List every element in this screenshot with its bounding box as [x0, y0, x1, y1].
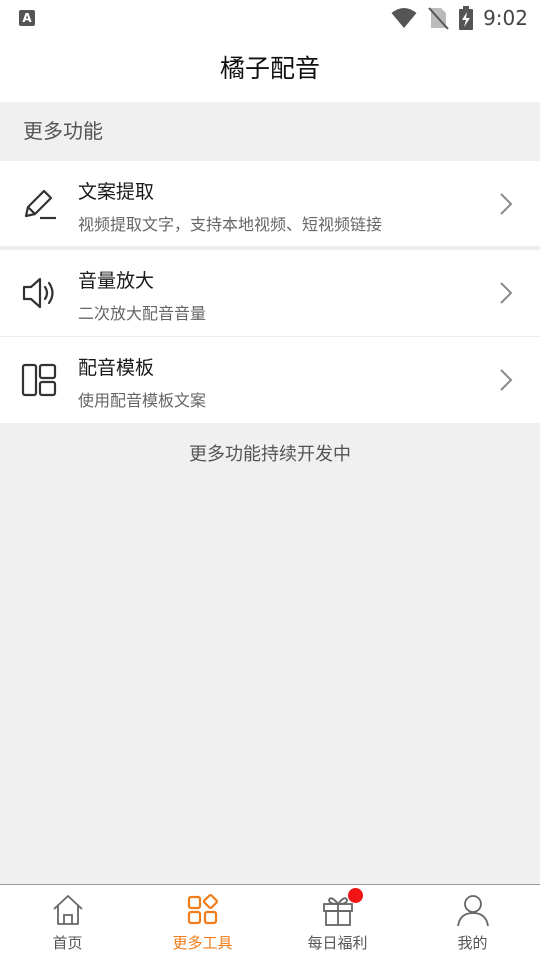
notification-badge: [348, 888, 363, 903]
template-icon: [21, 363, 57, 397]
speaker-icon: [22, 277, 54, 309]
battery-charging-icon: [459, 6, 474, 30]
home-icon: [52, 895, 83, 925]
more-features-note: 更多功能持续开发中: [189, 444, 351, 465]
app-header: 橘子配音: [0, 36, 540, 102]
tab-label: 更多工具: [172, 934, 233, 952]
feature-item-volume-boost[interactable]: 音量放大 二次放大配音音量: [0, 250, 540, 336]
section-label: 更多功能: [23, 119, 103, 143]
tab-label: 首页: [52, 934, 83, 952]
tab-more-tools[interactable]: 更多工具: [135, 885, 270, 960]
feature-title: 文案提取: [78, 181, 155, 203]
feature-item-text-extract[interactable]: 文案提取 视频提取文字，支持本地视频、短视频链接: [0, 161, 540, 246]
page-title: 橘子配音: [219, 54, 320, 83]
no-sim-icon: [428, 7, 449, 30]
bottom-tab-bar: 首页 更多工具 每日福利 我的: [0, 884, 540, 960]
feature-title: 音量放大: [78, 270, 155, 292]
tools-grid-icon: [187, 893, 218, 925]
feature-subtitle: 使用配音模板文案: [78, 391, 207, 410]
status-icons: 9:02: [391, 5, 528, 31]
pencil-icon: [24, 189, 56, 220]
feature-subtitle: 二次放大配音音量: [78, 304, 207, 323]
status-time: 9:02: [483, 6, 528, 30]
feature-title: 配音模板: [78, 357, 155, 379]
font-notification-icon: A: [19, 10, 35, 26]
feature-subtitle: 视频提取文字，支持本地视频、短视频链接: [78, 215, 383, 234]
tab-label: 每日福利: [307, 934, 368, 952]
wifi-icon: [391, 8, 417, 28]
chevron-right-icon: [500, 193, 513, 215]
tab-label: 我的: [457, 934, 488, 952]
status-bar: A 9:02: [0, 0, 540, 36]
feature-item-dubbing-template[interactable]: 配音模板 使用配音模板文案: [0, 337, 540, 423]
tab-mine[interactable]: 我的: [405, 885, 540, 960]
person-icon: [456, 895, 489, 927]
tab-home[interactable]: 首页: [0, 885, 135, 960]
chevron-right-icon: [500, 369, 513, 391]
chevron-right-icon: [500, 282, 513, 304]
tab-daily-bonus[interactable]: 每日福利: [270, 885, 405, 960]
